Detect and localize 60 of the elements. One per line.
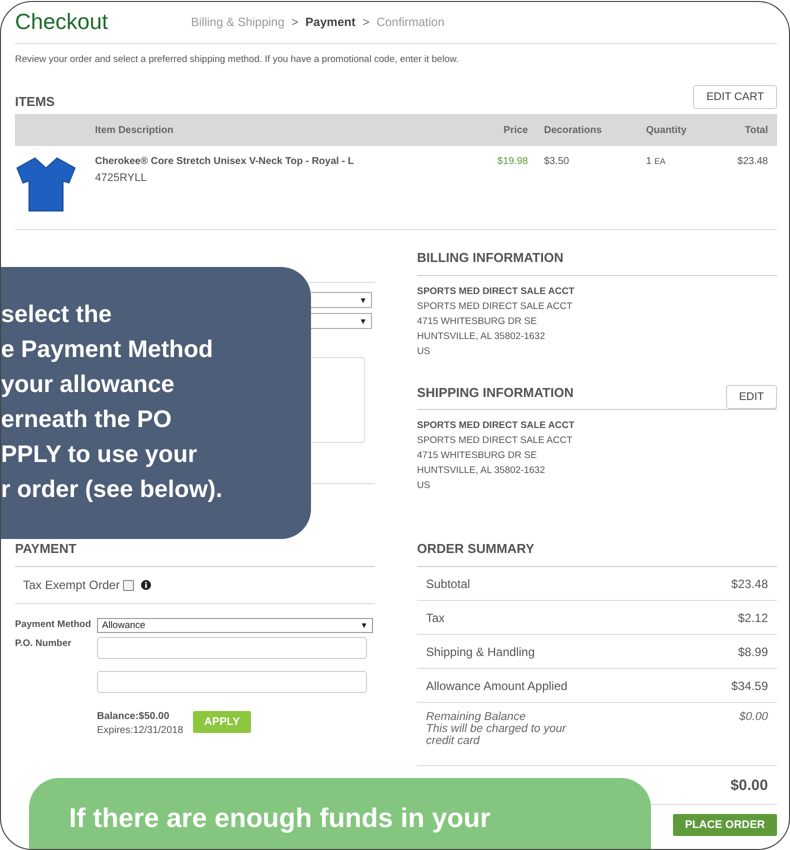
address-line: HUNTSVILLE, AL 35802-1632 <box>417 330 546 344</box>
table-cell-text: 1 EA <box>645 156 666 169</box>
address-line: SPORTS MED DIRECT SALE ACCT <box>417 300 574 314</box>
breadcrumb-separator: > <box>362 15 370 29</box>
item-name: Cherokee® Core Stretch Unisex V-Neck Top - Royal - L <box>95 156 355 167</box>
item-sku: 4725RYLL <box>95 172 148 184</box>
summary-label: Allowance Amount Applied <box>426 678 568 692</box>
address-line: 4715 WHITESBURG DR SE <box>417 315 538 329</box>
section-title: BILLING INFORMATION <box>417 250 564 265</box>
address-line: 4715 WHITESBURG DR SE <box>417 449 538 463</box>
address-line: US <box>417 479 432 493</box>
address-line: SPORTS MED DIRECT SALE ACCT <box>417 285 576 299</box>
column-header: Decorations <box>543 124 603 136</box>
remaining-balance-note: This will be charged to your credit card <box>426 723 568 747</box>
table-cell-text: $23.48 <box>736 156 768 169</box>
select-field[interactable]: ▼ <box>311 292 372 308</box>
callout-text: If there are enough funds in your <box>29 778 651 849</box>
callout-text: select the e Payment Method your allowance erneath the PO PPLY to use your r order (see below). <box>1 267 311 539</box>
allowance-expiry: Expires:12/31/2018 <box>97 725 184 736</box>
remaining-balance-label: Remaining Balance <box>426 711 527 723</box>
summary-value: $23.48 <box>731 576 768 590</box>
address-line: HUNTSVILLE, AL 35802-1632 <box>417 464 546 478</box>
section-title: SHIPPING INFORMATION <box>417 385 574 400</box>
intro-text: Review your order and select a preferred shipping method. If you have a promotional code, enter it below. <box>15 54 460 65</box>
summary-label: Tax <box>426 610 445 624</box>
tax-exempt-label: Tax Exempt Order <box>23 578 120 592</box>
edit-cart-button[interactable]: EDIT CART <box>693 85 777 109</box>
table-cell-text: $19.98 <box>496 156 528 169</box>
shirt-drawing <box>15 156 77 212</box>
address-line: US <box>417 345 432 359</box>
info-icon <box>140 580 151 590</box>
tax-exempt-checkbox[interactable] <box>122 580 134 590</box>
section-title: PAYMENT <box>15 541 76 556</box>
order-total: $0.00 <box>730 776 768 794</box>
remaining-balance-value: $0.00 <box>739 711 768 725</box>
summary-label: Subtotal <box>426 576 470 590</box>
table-cell-text: $3.50 <box>543 156 570 169</box>
breadcrumb-separator: > <box>291 15 298 29</box>
payment-method-select[interactable]: Allowance ▼ <box>97 618 373 633</box>
column-header: Price <box>502 124 528 136</box>
edit-shipping-button[interactable]: EDIT <box>726 385 777 409</box>
summary-value: $8.99 <box>738 644 768 658</box>
field-label: Payment Method <box>15 618 92 630</box>
section-title: ORDER SUMMARY <box>417 541 534 556</box>
summary-value: $34.59 <box>731 678 768 692</box>
summary-label: Shipping & Handling <box>426 644 535 658</box>
column-header: Total <box>744 124 768 136</box>
field-label: P.O. Number <box>15 637 72 649</box>
po-number-field[interactable] <box>97 637 367 659</box>
column-header: Quantity <box>645 124 688 136</box>
column-header: Item Description <box>95 124 174 136</box>
address-line: SPORTS MED DIRECT SALE ACCT <box>417 434 574 448</box>
text-field[interactable] <box>97 671 367 693</box>
allowance-balance: Balance:$50.00 <box>97 711 170 722</box>
section-title: ITEMS <box>15 94 55 109</box>
dropdown-arrow: ▼ <box>360 621 368 630</box>
page-title: Checkout <box>15 9 109 35</box>
breadcrumb-step[interactable]: Payment <box>305 15 356 29</box>
address-line: SPORTS MED DIRECT SALE ACCT <box>417 419 576 433</box>
summary-value: $2.12 <box>738 610 768 624</box>
